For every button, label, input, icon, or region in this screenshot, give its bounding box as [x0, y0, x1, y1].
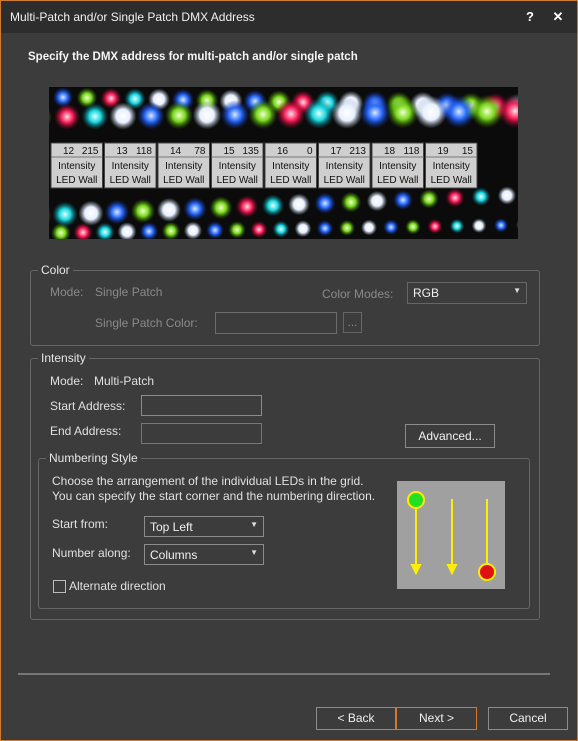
led-cell-attribute: Intensity — [272, 161, 309, 172]
numbering-diagram — [397, 481, 505, 589]
back-button[interactable]: < Back — [316, 707, 396, 730]
page-heading: Specify the DMX address for multi-patch … — [28, 51, 358, 63]
led-cell-fixture: LED Wall — [163, 175, 204, 186]
title-bar: Multi-Patch and/or Single Patch DMX Addr… — [1, 1, 577, 33]
intensity-group-label: Intensity — [38, 351, 89, 365]
led-cell-attribute: Intensity — [379, 161, 416, 172]
start-address-input[interactable] — [141, 395, 262, 416]
end-address-input[interactable] — [141, 423, 262, 444]
start-from-label: Start from: — [52, 517, 109, 531]
led-cell-fixture: LED Wall — [110, 175, 151, 186]
cancel-button[interactable]: Cancel — [488, 707, 568, 730]
chevron-down-icon: ▼ — [250, 520, 258, 529]
advanced-button[interactable]: Advanced... — [405, 424, 495, 448]
help-button[interactable]: ? — [519, 7, 541, 27]
start-point-icon — [407, 491, 425, 509]
led-cell-number: 15 — [224, 146, 236, 157]
led-cell: 19 15 Intensity LED Wall — [425, 142, 478, 189]
end-address-label: End Address: — [50, 424, 122, 438]
single-patch-color-browse-button[interactable]: ... — [343, 312, 362, 333]
led-cell-fixture: LED Wall — [324, 175, 365, 186]
color-modes-value: RGB — [413, 286, 440, 300]
single-patch-color-label: Single Patch Color: — [95, 316, 198, 330]
led-cell: 15 135 Intensity LED Wall — [211, 142, 264, 189]
start-from-value: Top Left — [150, 520, 193, 534]
alternate-direction-checkbox[interactable] — [53, 580, 66, 593]
led-cell-fixture: LED Wall — [431, 175, 472, 186]
led-cell-address: 213 — [349, 146, 366, 157]
led-cell-fixture: LED Wall — [270, 175, 311, 186]
led-cell-number: 16 — [277, 146, 289, 157]
color-modes-label: Color Modes: — [322, 287, 394, 301]
led-cell-number: 19 — [438, 146, 450, 157]
numbering-style-label: Numbering Style — [46, 451, 141, 465]
led-cell-address: 78 — [194, 146, 206, 157]
led-cell-address: 135 — [242, 146, 259, 157]
led-cell-number: 12 — [63, 146, 75, 157]
led-cell-attribute: Intensity — [219, 161, 256, 172]
single-patch-color-field[interactable] — [215, 312, 337, 334]
number-along-select[interactable]: Columns ▼ — [144, 544, 264, 565]
intensity-mode-label: Mode: — [50, 374, 84, 388]
window-title: Multi-Patch and/or Single Patch DMX Addr… — [10, 10, 255, 24]
dialog-content: Specify the DMX address for multi-patch … — [1, 33, 577, 740]
color-modes-select[interactable]: RGB ▼ — [407, 282, 527, 304]
led-wall-preview: 12 215 Intensity LED Wall 13 118 Intensity LED … — [49, 87, 518, 239]
chevron-down-icon: ▼ — [250, 548, 258, 557]
led-cell-fixture: LED Wall — [217, 175, 258, 186]
led-cell-number: 13 — [117, 146, 129, 157]
led-cell-address: 15 — [462, 146, 474, 157]
led-cell-attribute: Intensity — [112, 161, 149, 172]
led-cell-fixture: LED Wall — [56, 175, 97, 186]
led-cell-attribute: Intensity — [433, 161, 470, 172]
alternate-direction-label: Alternate direction — [69, 579, 166, 593]
number-along-value: Columns — [150, 548, 198, 562]
led-cell-address: 118 — [404, 146, 420, 157]
led-cell-address: 0 — [307, 146, 313, 157]
chevron-down-icon: ▼ — [513, 286, 521, 295]
led-cell: 14 78 Intensity LED Wall — [157, 142, 210, 189]
led-cell-attribute: Intensity — [326, 161, 363, 172]
led-cell-number: 18 — [384, 146, 396, 157]
led-preview-image: 12 215 Intensity LED Wall 13 118 Intensity LED … — [49, 87, 518, 239]
led-cell-address: 215 — [82, 146, 99, 157]
close-button[interactable]: ✕ — [547, 7, 569, 27]
numbering-description: Choose the arrangement of the individual… — [52, 474, 376, 503]
dialog-window: Multi-Patch and/or Single Patch DMX Addr… — [0, 0, 578, 741]
end-point-icon — [478, 563, 496, 581]
start-address-label: Start Address: — [50, 399, 126, 413]
number-along-label: Number along: — [52, 546, 131, 560]
led-cell-fixture: LED Wall — [377, 175, 418, 186]
led-cell-number: 14 — [170, 146, 182, 157]
led-cell-attribute: Intensity — [165, 161, 202, 172]
intensity-mode-value: Multi-Patch — [94, 374, 155, 388]
color-group-label: Color — [38, 263, 73, 277]
led-cell-number: 17 — [331, 146, 343, 157]
led-cell: 16 0 Intensity LED Wall — [264, 142, 317, 189]
led-cell: 18 118 Intensity LED Wall — [371, 142, 424, 189]
color-mode-value: Single Patch — [95, 285, 163, 299]
start-from-select[interactable]: Top Left ▼ — [144, 516, 264, 537]
led-cell-attribute: Intensity — [58, 161, 95, 172]
color-mode-label: Mode: — [50, 285, 84, 299]
led-cell-address: 118 — [136, 146, 152, 157]
next-button[interactable]: Next > — [396, 707, 477, 730]
led-cell: 13 118 Intensity LED Wall — [104, 142, 157, 189]
led-cell: 12 215 Intensity LED Wall — [50, 142, 103, 189]
led-cell: 17 213 Intensity LED Wall — [318, 142, 371, 189]
footer-separator — [18, 673, 550, 675]
